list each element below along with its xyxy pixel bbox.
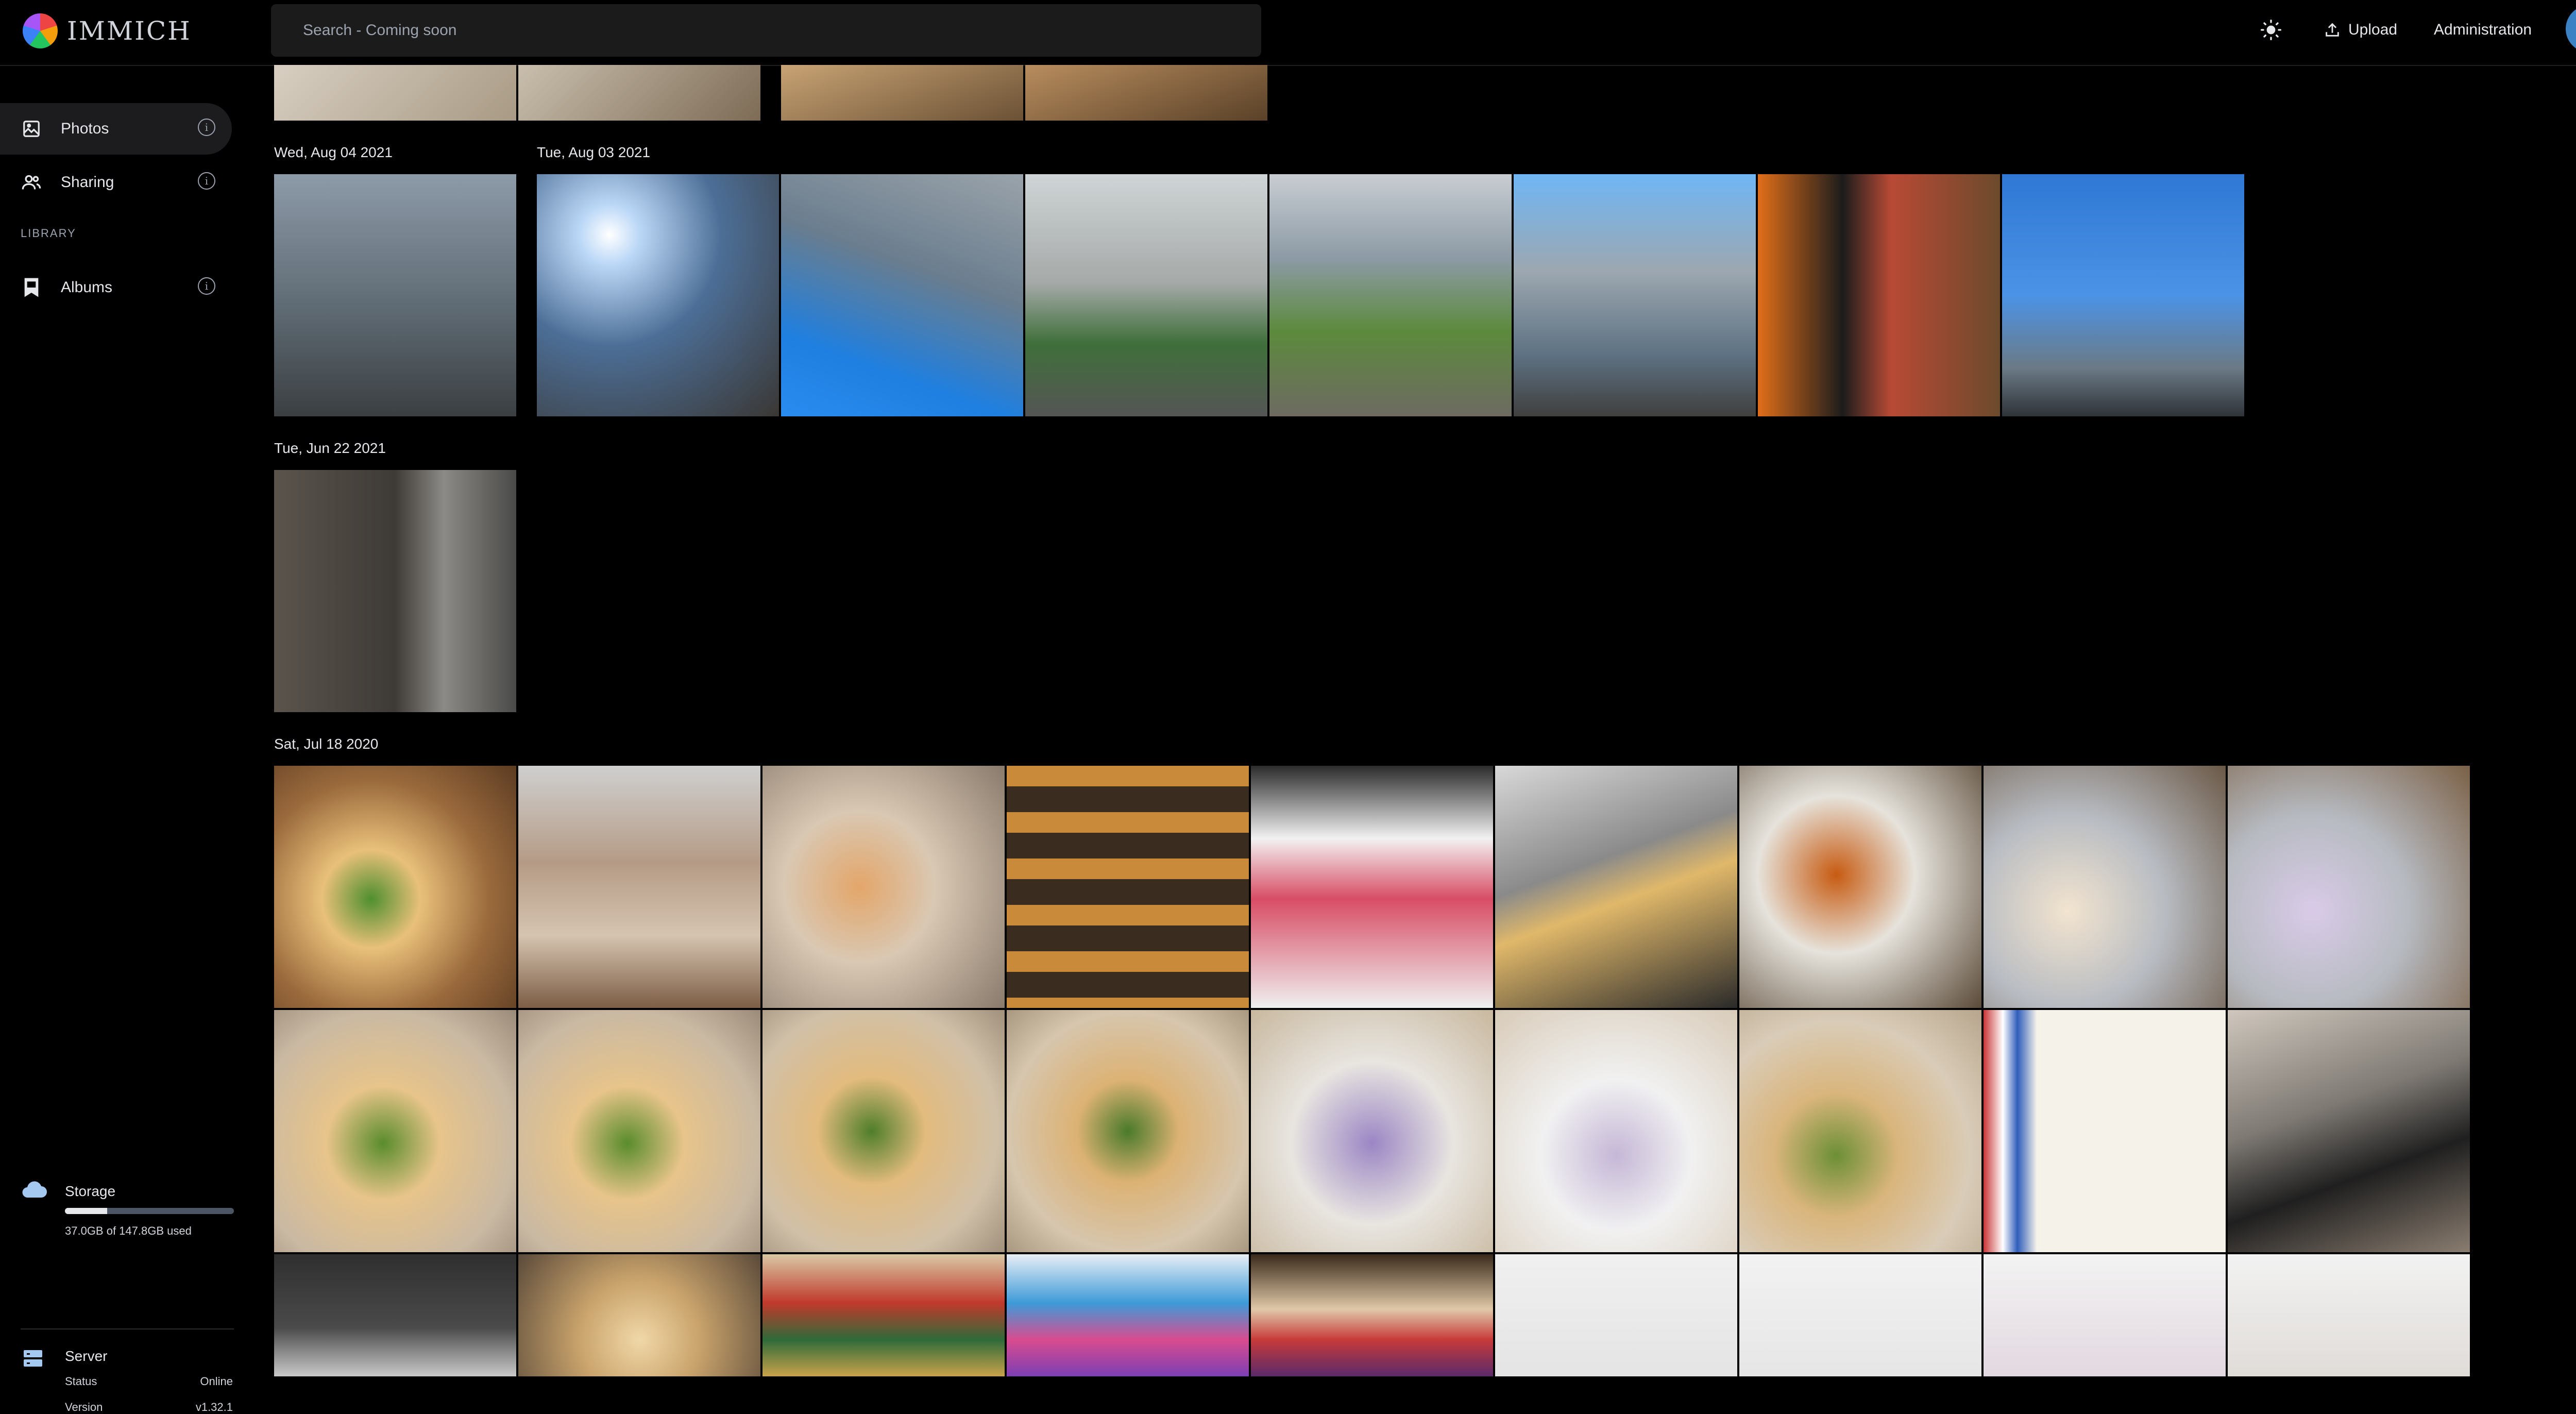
upload-icon: [2326, 23, 2339, 37]
photo-thumbnail[interactable]: [1007, 1254, 1249, 1376]
app-name: IMMICH: [67, 16, 192, 46]
photo-thumbnail[interactable]: [1251, 1010, 1493, 1252]
people-icon: [21, 172, 42, 193]
photo-thumbnail[interactable]: [1739, 1254, 1981, 1376]
info-icon[interactable]: i: [198, 277, 215, 295]
photo-thumbnail[interactable]: [762, 766, 1005, 1008]
info-icon[interactable]: i: [198, 172, 215, 190]
photo-thumbnail[interactable]: [1514, 174, 1756, 416]
server-title: Server: [65, 1348, 108, 1364]
photo-thumbnail[interactable]: [518, 65, 760, 121]
cloud-icon: [21, 1179, 47, 1202]
storage-usage-fill: [65, 1208, 107, 1214]
photo-thumbnail[interactable]: [518, 1254, 760, 1376]
server-version-label: Version: [65, 1401, 103, 1413]
sidebar-item-photos[interactable]: Photos i: [0, 103, 232, 155]
photo-thumbnail[interactable]: [518, 1010, 760, 1252]
info-icon[interactable]: i: [198, 119, 215, 136]
photo-thumbnail[interactable]: [1739, 766, 1981, 1008]
photo-thumbnail[interactable]: [781, 174, 1023, 416]
top-bar: IMMICH Search - Coming soon Upload Admin…: [0, 0, 2576, 66]
photo-thumbnail[interactable]: [1984, 766, 2226, 1008]
photo-thumbnail[interactable]: [1007, 1010, 1249, 1252]
photo-thumbnail[interactable]: [1251, 1254, 1493, 1376]
photo-thumbnail[interactable]: [762, 1254, 1005, 1376]
photo-thumbnail[interactable]: [274, 65, 516, 121]
photo-thumbnail[interactable]: [2002, 174, 2244, 416]
photo-thumbnail[interactable]: [1495, 1254, 1737, 1376]
server-status-label: Status: [65, 1375, 97, 1388]
photo-thumbnail[interactable]: [1739, 1010, 1981, 1252]
photo-thumbnail[interactable]: [2228, 1254, 2470, 1376]
photo-thumbnail[interactable]: [1025, 65, 1267, 121]
server-version-row: Version v1.32.1: [65, 1401, 233, 1414]
date-group-header: Wed, Aug 04 2021: [274, 144, 393, 160]
server-status-row: Status Online: [65, 1375, 233, 1388]
photo-thumbnail[interactable]: [1984, 1010, 2226, 1252]
photo-thumbnail[interactable]: [1495, 766, 1737, 1008]
user-avatar[interactable]: AT: [2566, 5, 2576, 53]
date-group-header: Tue, Aug 03 2021: [537, 144, 651, 160]
sidebar-item-label: Albums: [61, 279, 113, 296]
date-group-header: Sat, Jul 18 2020: [274, 736, 379, 752]
upload-label: Upload: [2348, 21, 2398, 38]
photo-thumbnail[interactable]: [1984, 1254, 2226, 1376]
photo-thumbnail[interactable]: [1007, 766, 1249, 1008]
immich-logo-icon: [23, 13, 58, 48]
divider: [21, 1328, 234, 1329]
photo-thumbnail[interactable]: [2228, 1010, 2470, 1252]
storage-used-text: 37.0GB of 147.8GB used: [65, 1224, 192, 1237]
date-group-header: Tue, Jun 22 2021: [274, 440, 386, 456]
upload-button[interactable]: Upload: [2324, 0, 2397, 60]
photo-thumbnail[interactable]: [274, 1254, 516, 1376]
photo-thumbnail[interactable]: [274, 1010, 516, 1252]
storage-usage-bar: [65, 1208, 234, 1214]
search-input[interactable]: Search - Coming soon: [271, 4, 1261, 57]
library-section-label: LIBRARY: [21, 227, 76, 240]
photo-thumbnail[interactable]: [274, 470, 516, 712]
photo-thumbnail[interactable]: [274, 174, 516, 416]
album-icon: [21, 277, 42, 298]
photo-thumbnail[interactable]: [781, 65, 1023, 121]
sidebar-item-albums[interactable]: Albums i: [0, 262, 232, 313]
photo-thumbnail[interactable]: [1251, 766, 1493, 1008]
administration-link[interactable]: Administration: [2434, 0, 2532, 60]
server-icon: [23, 1348, 43, 1371]
sidebar-item-label: Photos: [61, 120, 109, 137]
photo-thumbnail[interactable]: [1025, 174, 1267, 416]
sidebar-item-label: Sharing: [61, 174, 114, 191]
server-status-value: Online: [200, 1375, 233, 1388]
photo-thumbnail[interactable]: [1269, 174, 1512, 416]
sidebar-item-sharing[interactable]: Sharing i: [0, 157, 232, 208]
app-logo[interactable]: IMMICH: [23, 13, 192, 48]
photo-thumbnail[interactable]: [2228, 766, 2470, 1008]
photo-thumbnail[interactable]: [1758, 174, 2000, 416]
image-icon: [21, 118, 42, 140]
storage-title: Storage: [65, 1183, 116, 1199]
photo-thumbnail[interactable]: [274, 766, 516, 1008]
photo-thumbnail[interactable]: [537, 174, 779, 416]
theme-toggle-button[interactable]: [2261, 0, 2281, 60]
sidebar: Photos i Sharing i LIBRARY Albums i Stor…: [0, 66, 242, 1413]
photo-thumbnail[interactable]: [518, 766, 760, 1008]
sun-icon: [2261, 20, 2281, 40]
photo-thumbnail[interactable]: [762, 1010, 1005, 1252]
server-version-value: v1.32.1: [195, 1401, 233, 1413]
photo-thumbnail[interactable]: [1495, 1010, 1737, 1252]
